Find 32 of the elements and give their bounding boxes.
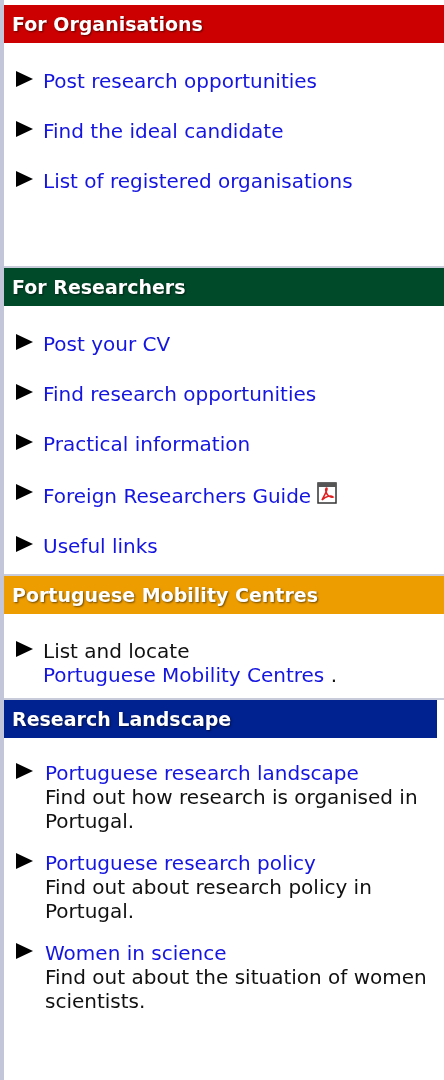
triangle-bullet-icon [16,536,33,552]
description: Find out about research policy in Portugal. [45,875,373,923]
sentence: List and locate Portuguese Mobility Centres . [43,639,338,687]
triangle-bullet-icon [16,71,33,87]
section-title: Portuguese Mobility Centres [12,584,318,606]
link[interactable]: Portuguese Mobility Centres [43,663,325,687]
triangle-bullet-icon [16,384,33,400]
triangle-bullet-icon [16,853,33,869]
link[interactable]: Foreign Researchers Guide [43,484,312,508]
triangle-bullet-icon [16,943,33,959]
section-title: For Organisations [12,13,203,35]
triangle-bullet-icon [16,763,33,779]
triangle-bullet-icon [16,434,33,450]
description: Find out how research is organised in Portugal. [45,785,419,833]
link[interactable]: Find research opportunities [43,382,317,406]
link[interactable]: Portuguese research landscape [45,761,359,785]
link[interactable]: Find the ideal candidate [43,119,284,143]
triangle-bullet-icon [16,334,33,350]
triangle-bullet-icon [16,121,33,137]
link[interactable]: Portuguese research policy [45,851,316,875]
link[interactable]: Practical information [43,432,251,456]
triangle-bullet-icon [16,171,33,187]
link[interactable]: Useful links [43,534,158,558]
link[interactable]: Women in science [45,941,227,965]
section-title: For Researchers [12,276,186,298]
link[interactable]: Post your CV [43,332,171,356]
link[interactable]: Post research opportunities [43,69,318,93]
description: Find out about the situation of women scientists. [45,965,428,1013]
triangle-bullet-icon [16,641,33,657]
section-title: Research Landscape [12,708,232,730]
link[interactable]: List of registered organisations [43,169,353,193]
triangle-bullet-icon [16,484,33,500]
